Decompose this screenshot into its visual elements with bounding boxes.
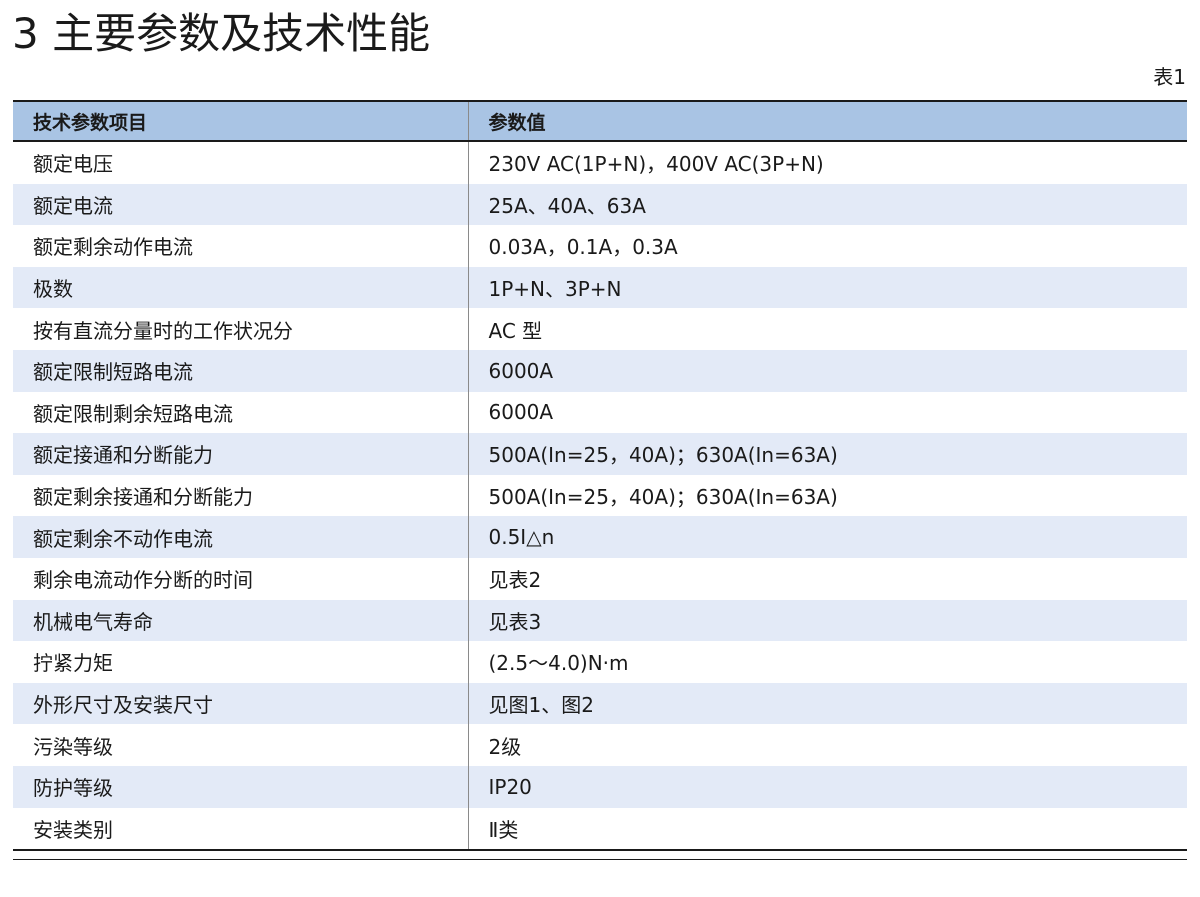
row-label: 防护等级 [13, 765, 469, 808]
row-value: 500A(In=25，40A)；630A(In=63A) [468, 433, 1187, 475]
row-value: 6000A [468, 349, 1187, 392]
row-value: AC 型 [488, 318, 543, 343]
table-row: 机械电气寿命 见表3 [13, 599, 1187, 642]
row-label: 极数 [13, 266, 469, 309]
table-row: 额定电流 25A、40A、63A [13, 183, 1187, 226]
row-label: 污染等级 [13, 724, 469, 766]
row-label: 机械电气寿命 [13, 599, 469, 642]
row-label: 安装类别 [13, 807, 469, 851]
row-value: 6000A [488, 400, 554, 425]
row-label: 额定电压 [13, 141, 469, 184]
table-row: 外形尺寸及安装尺寸 见图1、图2 [13, 682, 1187, 725]
table-row: 额定限制短路电流 6000A [13, 349, 1187, 392]
bottom-rule [13, 859, 1187, 860]
table-row: 额定剩余接通和分断能力 500A(In=25，40A)；630A(In=63A) [13, 474, 1187, 517]
row-label: 额定限制剩余短路电流 [13, 391, 469, 434]
spec-table: 技术参数项目 参数值 额定电压 230V AC(1P+N)，400V AC(3P… [13, 100, 1187, 852]
row-value: 25A、40A、63A [468, 183, 1187, 226]
row-label: 额定限制短路电流 [13, 349, 469, 392]
row-value: 230V AC(1P+N)，400V AC(3P+N) [488, 152, 824, 177]
row-label: 额定剩余动作电流 [13, 225, 469, 267]
table-header-row: 技术参数项目 参数值 [13, 101, 1187, 142]
table-row: 拧紧力矩 (2.5～4.0)N·m [13, 641, 1187, 683]
row-label: 额定剩余接通和分断能力 [13, 474, 469, 517]
row-value: 见表2 [488, 568, 542, 593]
table-row: 极数 1P+N、3P+N [13, 266, 1187, 309]
row-value: IP20 [468, 765, 1187, 808]
table-caption: 表1 [1153, 65, 1186, 89]
row-label: 额定电流 [13, 183, 469, 226]
table-row: 按有直流分量时的工作状况分 AC 型 [13, 308, 1187, 350]
row-value: 0.03A，0.1A，0.3A [488, 235, 678, 260]
row-value: 见表3 [468, 599, 1187, 642]
table-row: 防护等级 IP20 [13, 765, 1187, 808]
row-value: 2级 [488, 734, 522, 759]
table-row: 污染等级 2级 [13, 724, 1187, 766]
table-row: 安装类别 Ⅱ类 [13, 807, 1187, 851]
page-title: 3 主要参数及技术性能 [12, 9, 431, 58]
row-label: 拧紧力矩 [13, 641, 469, 683]
table-row: 额定剩余不动作电流 0.5I△n [13, 516, 1187, 558]
row-value: 1P+N、3P+N [468, 266, 1187, 309]
table-row: 额定接通和分断能力 500A(In=25，40A)；630A(In=63A) [13, 433, 1187, 475]
row-label: 额定剩余不动作电流 [13, 516, 469, 558]
row-value: 500A(In=25，40A)；630A(In=63A) [488, 485, 838, 510]
row-value: 0.5I△n [468, 516, 1187, 558]
row-value: Ⅱ类 [488, 817, 519, 842]
row-label: 额定接通和分断能力 [13, 433, 469, 475]
table-row: 额定剩余动作电流 0.03A，0.1A，0.3A [13, 225, 1187, 267]
row-label: 剩余电流动作分断的时间 [13, 557, 469, 600]
row-value: 见图1、图2 [468, 682, 1187, 725]
row-label: 按有直流分量时的工作状况分 [13, 308, 469, 350]
header-parameter-value: 参数值 [468, 101, 1187, 142]
table-row: 剩余电流动作分断的时间 见表2 [13, 557, 1187, 600]
table-row: 额定限制剩余短路电流 6000A [13, 391, 1187, 434]
header-parameter-item: 技术参数项目 [13, 101, 469, 142]
row-label: 外形尺寸及安装尺寸 [13, 682, 469, 725]
table-row: 额定电压 230V AC(1P+N)，400V AC(3P+N) [13, 141, 1187, 184]
row-value: (2.5～4.0)N·m [488, 651, 629, 676]
